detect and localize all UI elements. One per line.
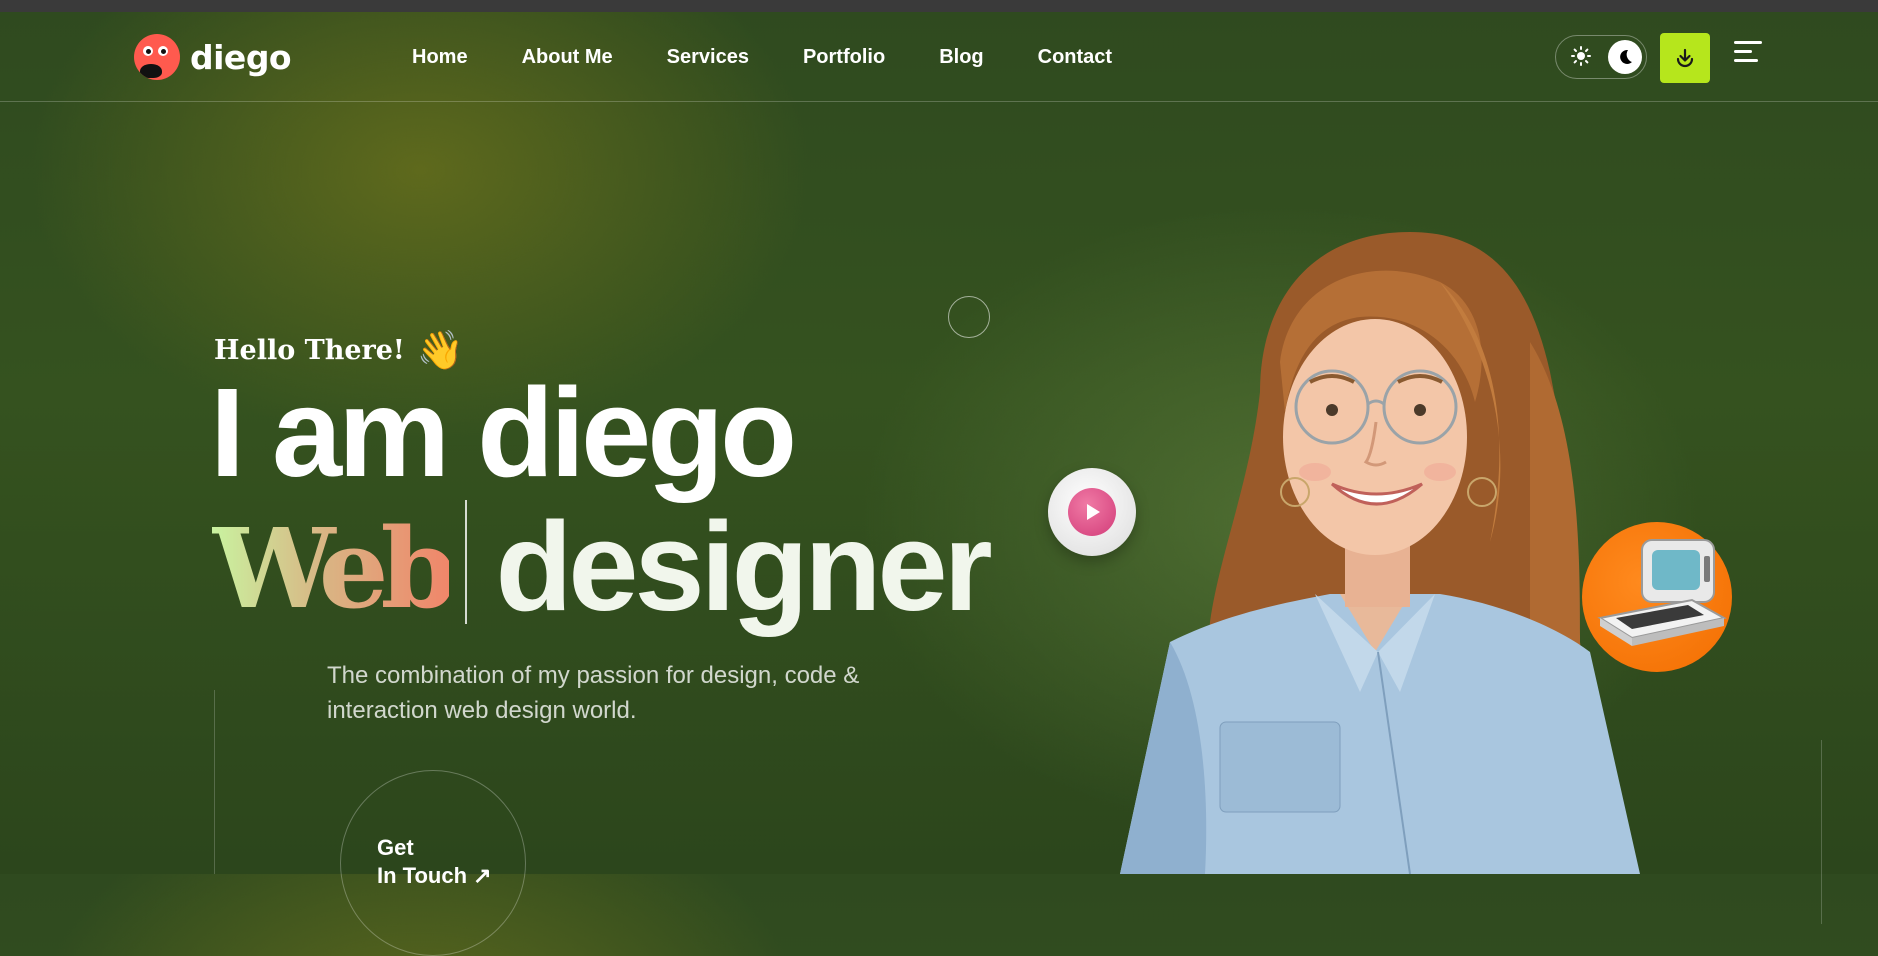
play-icon — [1068, 488, 1116, 536]
site-header: diego Home About Me Services Portfolio B… — [0, 12, 1878, 102]
hero-headline-role: Web designer — [212, 500, 993, 633]
moon-icon[interactable] — [1608, 40, 1642, 74]
main-nav: Home About Me Services Portfolio Blog Co… — [412, 46, 1112, 69]
brand-logo[interactable]: diego — [134, 34, 292, 80]
hero-description: The combination of my passion for design… — [327, 662, 860, 724]
sun-icon[interactable] — [1571, 46, 1591, 70]
play-video-button[interactable] — [1048, 468, 1136, 556]
divider-line-left — [214, 690, 215, 874]
download-button[interactable] — [1660, 33, 1710, 83]
cta-line-1: Get — [377, 835, 414, 860]
role-highlight: Web — [212, 504, 457, 633]
menu-button[interactable] — [1734, 41, 1764, 65]
nav-item-blog[interactable]: Blog — [939, 46, 983, 69]
menu-icon — [1734, 41, 1762, 44]
face-logo-icon — [134, 34, 180, 80]
theme-toggle[interactable] — [1555, 35, 1647, 79]
nav-item-about-me[interactable]: About Me — [522, 46, 613, 69]
divider-line-right — [1821, 740, 1822, 924]
nav-item-home[interactable]: Home — [412, 46, 468, 69]
browser-top-strip — [0, 0, 1878, 12]
decorative-circle — [948, 296, 990, 338]
typing-cursor — [465, 500, 468, 624]
nav-item-contact[interactable]: Contact — [1038, 46, 1112, 69]
retro-computer-icon — [1597, 539, 1727, 646]
get-in-touch-button[interactable]: Get In Touch ↗ — [340, 770, 526, 956]
nav-item-portfolio[interactable]: Portfolio — [803, 46, 885, 69]
hero-headline-name: I am diego — [210, 362, 797, 503]
retro-computer-badge — [1582, 522, 1732, 672]
cta-line-2: In Touch ↗ — [377, 863, 492, 888]
role-text: designer — [495, 496, 992, 637]
download-icon — [1676, 48, 1694, 68]
brand-name: diego — [190, 37, 292, 77]
nav-item-services[interactable]: Services — [667, 46, 749, 69]
greeting-text: Hello There! — [214, 334, 405, 366]
